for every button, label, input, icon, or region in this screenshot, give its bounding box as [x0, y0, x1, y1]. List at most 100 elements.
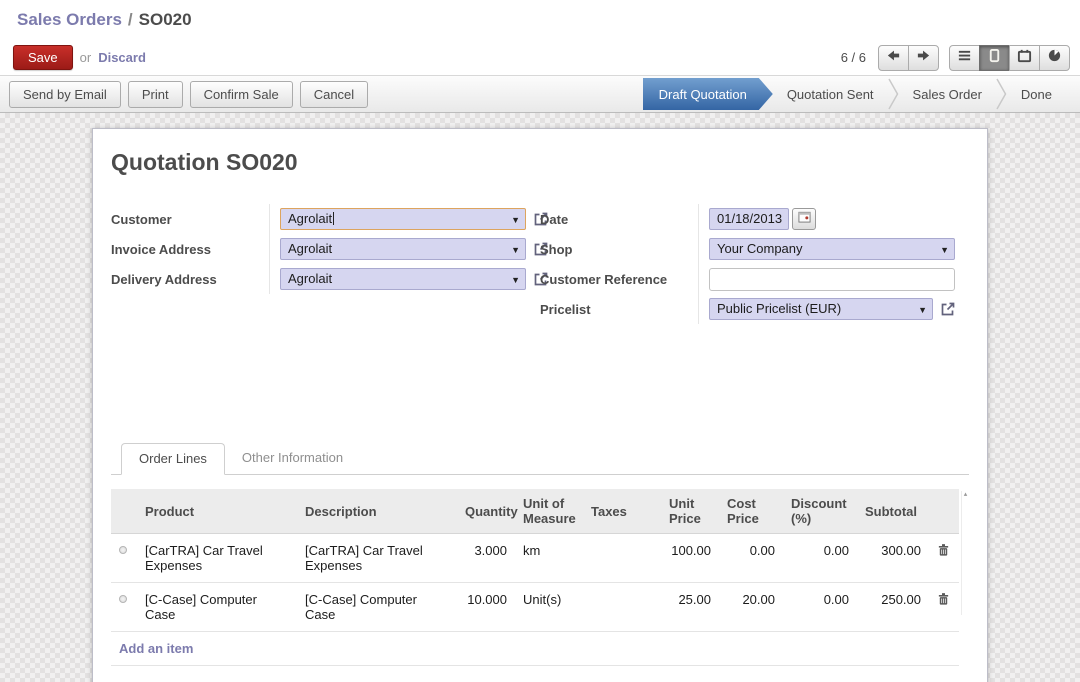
quotation-title: Quotation SO020 [111, 149, 969, 176]
cell-discount[interactable]: 0.00 [783, 534, 857, 583]
add-an-item-link[interactable]: Add an item [119, 641, 193, 656]
add-item-row: Add an item [111, 632, 959, 666]
breadcrumb: Sales Orders / SO020 [0, 0, 1080, 40]
invoice-address-label: Invoice Address [111, 242, 269, 257]
cell-cost-price[interactable]: 0.00 [719, 534, 783, 583]
graph-view-button[interactable] [1039, 45, 1070, 71]
customer-select[interactable]: Agrolait▼ [280, 208, 526, 230]
cell-unit-price[interactable]: 25.00 [661, 583, 719, 632]
form-canvas: Quotation SO020 Customer Agrolait▼ Invoi… [0, 113, 1080, 682]
list-icon [957, 48, 972, 68]
delete-row-button[interactable] [937, 543, 950, 560]
field-grid: Customer Agrolait▼ Invoice Address Agrol… [111, 204, 969, 324]
pricelist-label: Pricelist [540, 302, 698, 317]
taxes-column-header[interactable]: Taxes [583, 489, 661, 534]
cell-subtotal[interactable]: 300.00 [857, 534, 929, 583]
customer-field-row: Customer Agrolait▼ [111, 204, 540, 234]
send-by-email-button[interactable]: Send by Email [9, 81, 121, 108]
cell-uom[interactable]: Unit(s) [515, 583, 583, 632]
chevron-down-icon: ▼ [511, 239, 520, 261]
list-view-button[interactable] [949, 45, 980, 71]
delete-row-button[interactable] [937, 592, 950, 609]
delivery-address-label: Delivery Address [111, 272, 269, 287]
pricelist-external-link-icon[interactable] [940, 301, 956, 317]
workflow-statusbar: Draft Quotation Quotation Sent Sales Ord… [643, 76, 1080, 112]
cell-uom[interactable]: km [515, 534, 583, 583]
date-input[interactable]: 01/18/2013 [709, 208, 789, 230]
tab-other-information[interactable]: Other Information [225, 443, 360, 475]
chevron-down-icon: ▼ [511, 269, 520, 291]
discard-link[interactable]: Discard [98, 50, 146, 65]
status-step-draft-quotation[interactable]: Draft Quotation [643, 78, 773, 110]
pricelist-select[interactable]: Public Pricelist (EUR)▼ [709, 298, 933, 320]
breadcrumb-separator: / [128, 10, 133, 30]
invoice-address-select[interactable]: Agrolait▼ [280, 238, 526, 260]
delivery-address-select[interactable]: Agrolait▼ [280, 268, 526, 290]
form-sheet: Quotation SO020 Customer Agrolait▼ Invoi… [92, 128, 988, 682]
pager-previous-button[interactable] [878, 45, 909, 71]
description-column-header[interactable]: Description [297, 489, 457, 534]
discount-column-header[interactable]: Discount (%) [783, 489, 857, 534]
confirm-sale-button[interactable]: Confirm Sale [190, 81, 293, 108]
quantity-column-header[interactable]: Quantity [457, 489, 515, 534]
subtotal-column-header[interactable]: Subtotal [857, 489, 929, 534]
pricelist-field-row: Pricelist Public Pricelist (EUR)▼ [540, 294, 969, 324]
cell-quantity[interactable]: 10.000 [457, 583, 515, 632]
pie-chart-icon [1047, 48, 1062, 68]
cell-cost-price[interactable]: 20.00 [719, 583, 783, 632]
save-button[interactable]: Save [13, 45, 73, 70]
cell-quantity[interactable]: 3.000 [457, 534, 515, 583]
customer-reference-input[interactable] [709, 268, 955, 291]
customer-label: Customer [111, 212, 269, 227]
shop-select[interactable]: Your Company▼ [709, 238, 955, 260]
cell-description[interactable]: [CarTRA] Car Travel Expenses [297, 534, 457, 583]
breadcrumb-current: SO020 [139, 10, 192, 30]
print-button[interactable]: Print [128, 81, 183, 108]
chevron-separator-icon [888, 76, 899, 112]
cell-discount[interactable]: 0.00 [783, 583, 857, 632]
shop-label: Shop [540, 242, 698, 257]
cell-unit-price[interactable]: 100.00 [661, 534, 719, 583]
breadcrumb-sales-orders-link[interactable]: Sales Orders [17, 10, 122, 30]
left-arrow-icon [886, 48, 901, 68]
status-step-quotation-sent[interactable]: Quotation Sent [773, 76, 888, 112]
cell-product[interactable]: [CarTRA] Car Travel Expenses [137, 534, 297, 583]
chevron-down-icon: ▼ [511, 209, 520, 231]
invoice-address-field-row: Invoice Address Agrolait▼ [111, 234, 540, 264]
cell-taxes[interactable] [583, 534, 661, 583]
calendar-icon [798, 210, 811, 228]
drag-handle-icon[interactable] [119, 546, 127, 554]
cell-subtotal[interactable]: 250.00 [857, 583, 929, 632]
notebook-tabs: Order Lines Other Information [111, 442, 969, 475]
text-cursor [333, 212, 334, 225]
customer-reference-field-row: Customer Reference [540, 264, 969, 294]
cell-product[interactable]: [C-Case] Computer Case [137, 583, 297, 632]
form-view-button[interactable] [979, 45, 1010, 71]
status-step-done[interactable]: Done [1007, 76, 1066, 112]
date-label: Date [540, 212, 698, 227]
table-scrollbar[interactable]: ▴ [961, 491, 969, 615]
order-lines-table-wrap: ▴ Product Description Quantity Unit of M… [111, 489, 969, 666]
pager-next-button[interactable] [908, 45, 939, 71]
order-line-row[interactable]: [C-Case] Computer Case [C-Case] Computer… [111, 583, 959, 632]
product-column-header[interactable]: Product [137, 489, 297, 534]
order-line-row[interactable]: [CarTRA] Car Travel Expenses [CarTRA] Ca… [111, 534, 959, 583]
tab-order-lines[interactable]: Order Lines [121, 443, 225, 475]
cell-description[interactable]: [C-Case] Computer Case [297, 583, 457, 632]
unit-price-column-header[interactable]: Unit Price [661, 489, 719, 534]
drag-handle-icon[interactable] [119, 595, 127, 603]
cost-price-column-header[interactable]: Cost Price [719, 489, 783, 534]
handle-column-header [111, 489, 137, 534]
cancel-button[interactable]: Cancel [300, 81, 368, 108]
order-lines-table: Product Description Quantity Unit of Mea… [111, 489, 959, 666]
cell-taxes[interactable] [583, 583, 661, 632]
date-field-row: Date 01/18/2013 [540, 204, 969, 234]
edit-toolbar: Save or Discard 6 / 6 [0, 40, 1080, 75]
status-step-sales-order[interactable]: Sales Order [899, 76, 996, 112]
calendar-icon [1017, 48, 1032, 68]
uom-column-header[interactable]: Unit of Measure [515, 489, 583, 534]
delete-column-header [929, 489, 959, 534]
or-label: or [80, 50, 92, 65]
date-picker-button[interactable] [792, 208, 816, 230]
calendar-view-button[interactable] [1009, 45, 1040, 71]
